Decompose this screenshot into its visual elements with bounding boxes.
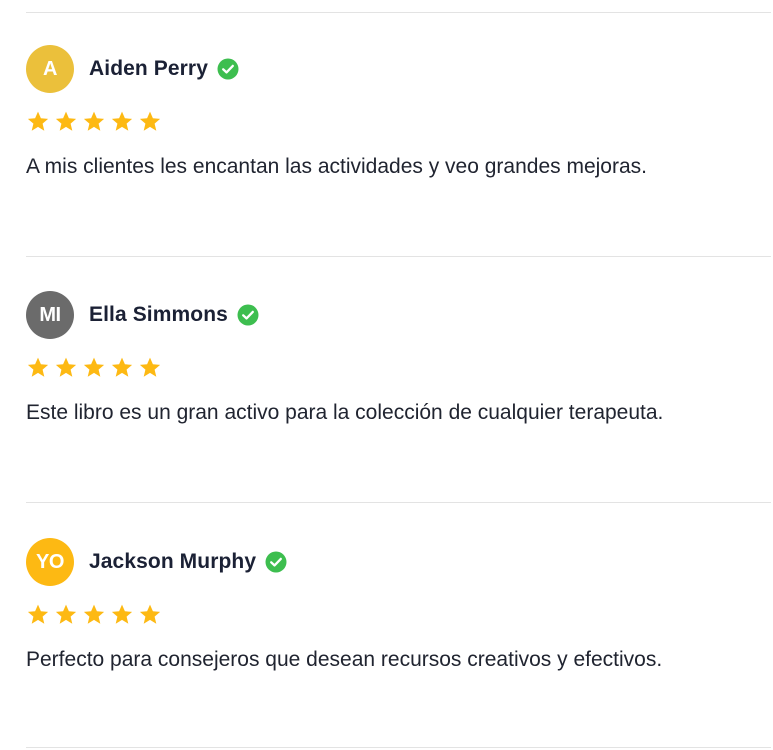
star-icon (83, 111, 105, 131)
reviewer-name: Aiden Perry (89, 57, 208, 80)
divider (26, 256, 771, 257)
reviewer-name: Ella Simmons (89, 303, 228, 326)
star-icon (139, 604, 161, 624)
review-item: A Aiden Perry A mis clientes les encanta… (26, 44, 746, 184)
star-icon (111, 111, 133, 131)
avatar: A (26, 45, 74, 93)
star-icon (27, 357, 49, 377)
star-icon (55, 357, 77, 377)
star-rating (26, 110, 746, 136)
divider (26, 502, 771, 503)
review-text: A mis clientes les encantan las activida… (26, 155, 647, 178)
review-text: Perfecto para consejeros que desean recu… (26, 648, 663, 671)
review-header: A Aiden Perry (26, 44, 746, 94)
review-header: YO Jackson Murphy (26, 537, 746, 587)
star-icon (139, 111, 161, 131)
star-icon (27, 111, 49, 131)
avatar: MI (26, 291, 74, 339)
star-icon (111, 604, 133, 624)
review-item: YO Jackson Murphy Perfecto para consejer… (26, 537, 746, 677)
check-circle-icon (237, 304, 259, 326)
star-rating (26, 356, 746, 382)
star-icon (83, 604, 105, 624)
review-header: MI Ella Simmons (26, 290, 746, 340)
reviewer-name: Jackson Murphy (89, 550, 257, 573)
star-icon (55, 111, 77, 131)
divider (26, 12, 771, 13)
star-icon (27, 604, 49, 624)
review-item: MI Ella Simmons Este libro es un gran ac… (26, 290, 746, 430)
avatar: YO (26, 538, 74, 586)
star-icon (83, 357, 105, 377)
check-circle-icon (265, 551, 287, 573)
star-icon (111, 357, 133, 377)
reviews-list: A Aiden Perry A mis clientes les encanta… (0, 0, 773, 750)
check-circle-icon (217, 58, 239, 80)
star-icon (55, 604, 77, 624)
divider (26, 747, 771, 748)
review-text: Este libro es un gran activo para la col… (26, 401, 664, 424)
star-rating (26, 603, 746, 629)
star-icon (139, 357, 161, 377)
